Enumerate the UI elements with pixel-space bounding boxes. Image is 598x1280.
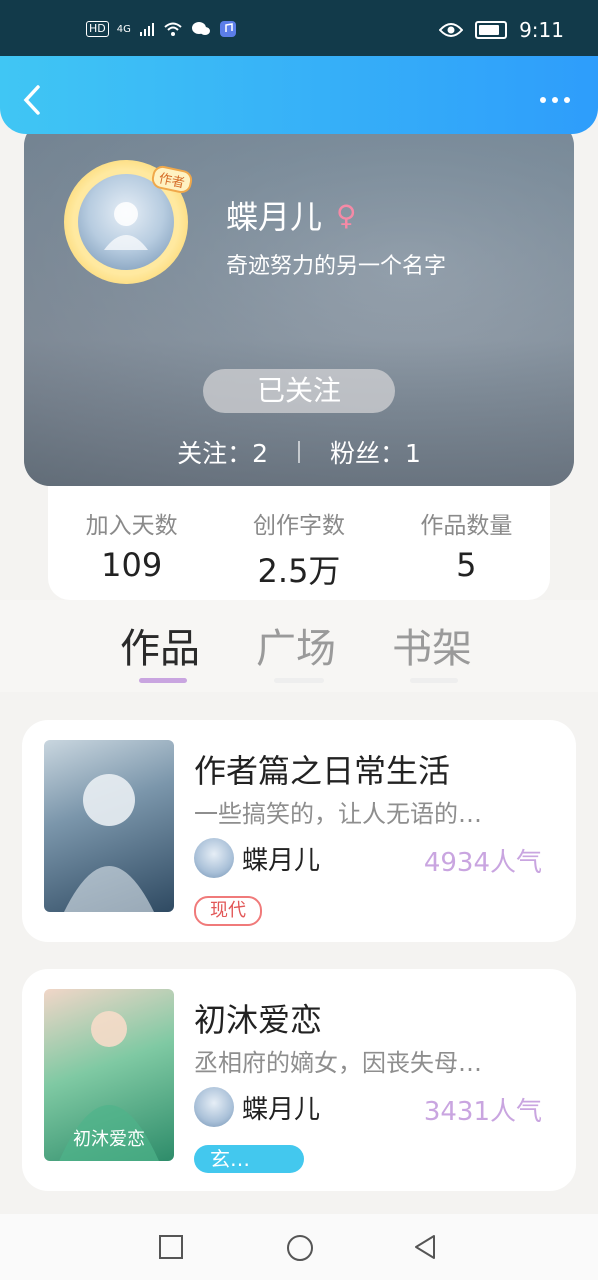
stat-value: 2.5万 (257, 552, 341, 590)
profile-name-row: 蝶月儿 ♀ (226, 192, 357, 238)
female-icon: ♀ (336, 198, 357, 232)
work-author: 蝶月儿 (194, 1087, 320, 1127)
fans-count: 1 (405, 439, 421, 468)
tab-square[interactable]: 广场 (256, 616, 336, 674)
system-nav-bar (0, 1214, 598, 1280)
wifi-icon (164, 22, 182, 36)
author-avatar (194, 838, 234, 878)
top-bar (0, 56, 598, 134)
work-title: 初沐爱恋 (194, 1001, 323, 1039)
genre-tag: 玄… (194, 1145, 304, 1173)
book-cover (44, 740, 174, 912)
stat-value: 5 (456, 546, 477, 584)
profile-name: 蝶月儿 (226, 198, 323, 236)
profile-bio: 奇迹努力的另一个名字 (226, 254, 447, 279)
character-illustration-icon (64, 774, 154, 912)
following-label: 关注： (177, 439, 253, 468)
more-dot-icon (552, 97, 558, 103)
recent-apps-icon[interactable] (158, 1234, 184, 1260)
signal-icon (139, 23, 154, 36)
popularity: 4934人气 (423, 848, 542, 878)
tab-active-indicator (139, 678, 187, 683)
eye-icon (439, 23, 464, 37)
back-nav-icon[interactable] (412, 1234, 438, 1260)
book-cover: 初沐爱恋 (44, 989, 174, 1161)
home-icon[interactable] (286, 1234, 314, 1262)
work-card[interactable]: 作者篇之日常生活 一些搞笑的，让人无语的… 蝶月儿 4934人气 现代 (22, 720, 576, 942)
work-description: 一些搞笑的，让人无语的… (194, 800, 482, 828)
divider (298, 441, 300, 463)
tab-bookshelf[interactable]: 书架 (392, 616, 472, 674)
profile-header: 作者 蝶月儿 ♀ 奇迹努力的另一个名字 已关注 关注：2 粉丝：1 (24, 120, 574, 486)
clock: 9:11 (519, 18, 564, 42)
author-avatar (194, 1087, 234, 1127)
tab-bar: 作品 广场 书架 (0, 600, 598, 692)
music-app-icon (219, 21, 236, 37)
work-description: 丞相府的嫡女，因丧失母… (194, 1049, 482, 1077)
portrait-icon (104, 202, 148, 250)
popularity: 3431人气 (423, 1097, 542, 1127)
network-label: 4G (116, 23, 131, 35)
author-name: 蝶月儿 (242, 1094, 321, 1125)
stat-value: 109 (101, 546, 163, 584)
stat-label: 作品数量 (420, 513, 513, 539)
stat-word-count: 创作字数 2.5万 (215, 486, 382, 600)
genre-tag: 现代 (194, 896, 262, 926)
stat-label: 加入天数 (85, 513, 178, 539)
tab-indicator (410, 678, 458, 683)
wechat-icon (191, 22, 210, 35)
author-stats-card: 加入天数 109 创作字数 2.5万 作品数量 5 (48, 486, 550, 600)
back-button[interactable] (22, 84, 52, 120)
tab-indicator (274, 678, 324, 683)
work-author: 蝶月儿 (194, 838, 320, 878)
work-card[interactable]: 初沐爱恋 初沐爱恋 丞相府的嫡女，因丧失母… 蝶月儿 3431人气 玄… (22, 969, 576, 1191)
avatar[interactable]: 作者 (64, 160, 194, 284)
fans-stat[interactable]: 粉丝：1 (330, 434, 421, 470)
cover-title: 初沐爱恋 (73, 1129, 145, 1150)
follow-button[interactable]: 已关注 (203, 369, 395, 413)
fans-label: 粉丝： (330, 439, 406, 468)
more-dot-icon (540, 97, 546, 103)
follow-stats: 关注：2 粉丝：1 (24, 434, 574, 470)
work-title: 作者篇之日常生活 (194, 752, 451, 790)
stat-works-count: 作品数量 5 (383, 486, 550, 600)
chevron-left-icon (23, 85, 40, 115)
stat-label: 创作字数 (252, 513, 345, 539)
hd-badge: HD (86, 21, 109, 37)
battery-icon (475, 21, 508, 39)
following-stat[interactable]: 关注：2 (177, 434, 268, 470)
more-dot-icon (564, 97, 570, 103)
stat-join-days: 加入天数 109 (48, 486, 215, 600)
author-name: 蝶月儿 (242, 845, 321, 876)
tab-works[interactable]: 作品 (120, 616, 200, 674)
following-count: 2 (252, 439, 268, 468)
more-options-button[interactable] (540, 92, 574, 108)
